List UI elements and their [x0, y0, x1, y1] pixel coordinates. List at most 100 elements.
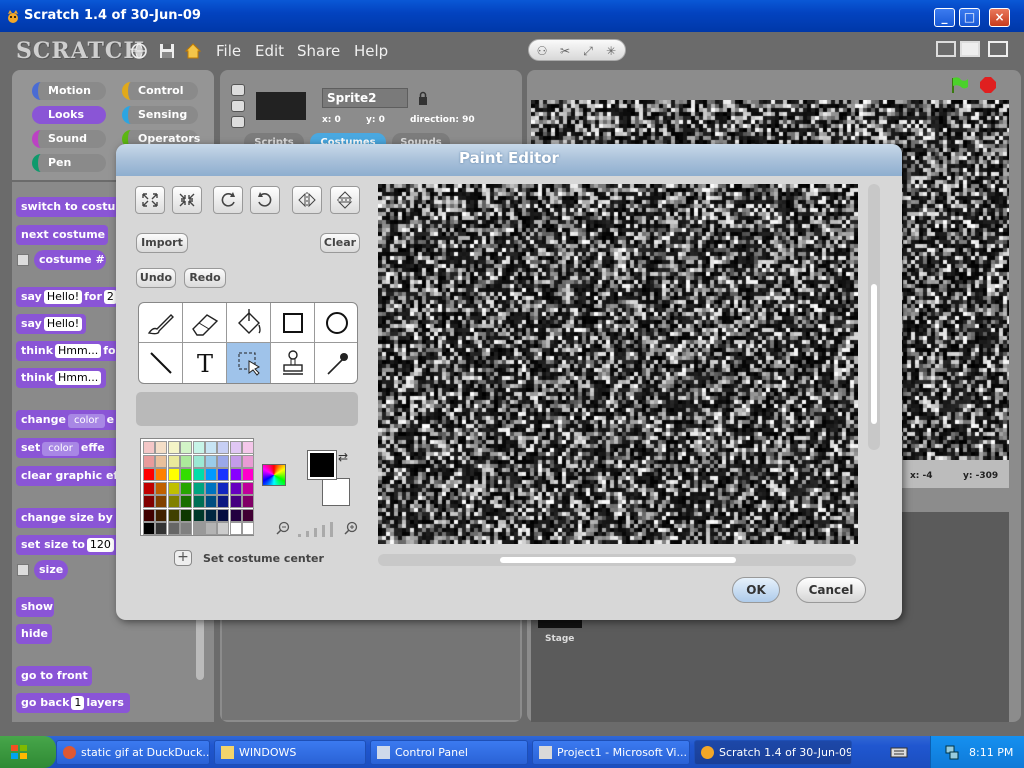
- palette-swatch[interactable]: [242, 441, 255, 454]
- palette-swatch[interactable]: [217, 468, 230, 481]
- palette-swatch[interactable]: [192, 468, 205, 481]
- palette-swatch[interactable]: [229, 508, 242, 522]
- palette-swatch[interactable]: [229, 481, 242, 495]
- canvas-vertical-thumb[interactable]: [871, 284, 877, 424]
- palette-swatch[interactable]: [192, 454, 205, 468]
- palette-swatch[interactable]: [143, 508, 155, 522]
- grow-icon[interactable]: ⤢: [579, 42, 597, 60]
- keyboard-icon[interactable]: [890, 744, 908, 760]
- palette-swatch[interactable]: [180, 454, 193, 468]
- palette-swatch[interactable]: [205, 508, 217, 522]
- block-say[interactable]: say Hello!: [16, 314, 86, 334]
- palette-swatch[interactable]: [155, 508, 168, 522]
- paint-canvas[interactable]: [378, 184, 858, 544]
- palette-swatch[interactable]: [167, 468, 180, 481]
- menu-edit[interactable]: Edit: [255, 42, 284, 60]
- palette-swatch[interactable]: [180, 522, 193, 535]
- palette-swatch[interactable]: [242, 454, 255, 468]
- block-size-reporter[interactable]: size: [34, 560, 68, 580]
- color-picker-icon[interactable]: [262, 464, 286, 486]
- task-scratch[interactable]: Scratch 1.4 of 30-Jun-09: [694, 740, 852, 765]
- maximize-button[interactable]: □: [959, 8, 980, 27]
- palette-swatch[interactable]: [205, 481, 217, 495]
- block-show[interactable]: show: [16, 597, 54, 617]
- category-looks[interactable]: Looks: [32, 106, 106, 124]
- palette-swatch[interactable]: [143, 454, 155, 468]
- category-sensing[interactable]: Sensing: [122, 106, 198, 124]
- palette-swatch[interactable]: [229, 454, 242, 468]
- network-icon[interactable]: [945, 744, 959, 760]
- stamp-icon[interactable]: [271, 343, 315, 383]
- zoom-out-icon[interactable]: [276, 520, 290, 535]
- ellipse-icon[interactable]: [315, 303, 357, 343]
- block-costume-number[interactable]: costume #: [34, 250, 106, 270]
- palette-swatch[interactable]: [155, 468, 168, 481]
- clock[interactable]: 8:11 PM: [969, 746, 1013, 759]
- set-center-icon[interactable]: +: [174, 550, 192, 566]
- set-effect-dropdown[interactable]: color: [42, 442, 79, 456]
- small-stage-icon[interactable]: [936, 41, 956, 57]
- foreground-color-swatch[interactable]: [307, 450, 337, 480]
- block-hide[interactable]: hide: [16, 624, 52, 644]
- set-costume-center-label[interactable]: Set costume center: [203, 552, 324, 565]
- palette-swatch[interactable]: [143, 481, 155, 495]
- start-button[interactable]: [0, 736, 56, 768]
- palette-swatch[interactable]: [167, 495, 180, 508]
- palette-swatch[interactable]: [217, 481, 230, 495]
- palette-swatch[interactable]: [180, 468, 193, 481]
- palette-swatch[interactable]: [192, 508, 205, 522]
- palette-swatch[interactable]: [205, 468, 217, 481]
- palette-swatch[interactable]: [167, 454, 180, 468]
- window-title-bar[interactable]: Scratch 1.4 of 30-Jun-09 _ □ ×: [0, 0, 1024, 32]
- rotate-left-icon[interactable]: [250, 186, 280, 214]
- category-motion[interactable]: Motion: [32, 82, 106, 100]
- presentation-mode-icon[interactable]: [988, 41, 1008, 57]
- palette-swatch[interactable]: [242, 508, 255, 522]
- think-for-message[interactable]: Hmm...: [55, 344, 102, 358]
- block-think-for[interactable]: think Hmm... fo: [16, 341, 120, 361]
- green-flag-icon[interactable]: [950, 76, 970, 94]
- lock-icon[interactable]: [418, 90, 428, 105]
- import-button[interactable]: Import: [136, 233, 188, 253]
- eyedropper-icon[interactable]: [315, 343, 357, 383]
- undo-button[interactable]: Undo: [136, 268, 176, 288]
- zoom-in-icon[interactable]: [344, 520, 358, 535]
- palette-swatch[interactable]: [217, 522, 230, 535]
- palette-swatch[interactable]: [205, 495, 217, 508]
- no-rotate-icon[interactable]: [231, 116, 245, 128]
- palette-swatch[interactable]: [229, 468, 242, 481]
- costume-num-checkbox[interactable]: [17, 254, 29, 266]
- stop-sign-icon[interactable]: [979, 76, 997, 94]
- canvas-horizontal-thumb[interactable]: [500, 557, 736, 563]
- menu-share[interactable]: Share: [297, 42, 340, 60]
- close-button[interactable]: ×: [989, 8, 1010, 27]
- eraser-icon[interactable]: [183, 303, 227, 343]
- category-control[interactable]: Control: [122, 82, 198, 100]
- canvas-horizontal-scrollbar[interactable]: [378, 554, 856, 566]
- menu-help[interactable]: Help: [354, 42, 388, 60]
- menu-file[interactable]: File: [216, 42, 241, 60]
- minimize-button[interactable]: _: [934, 8, 955, 27]
- block-think[interactable]: think Hmm...: [16, 368, 106, 388]
- shrink-canvas-icon[interactable]: [172, 186, 202, 214]
- palette-swatch[interactable]: [217, 454, 230, 468]
- palette-swatch[interactable]: [167, 441, 180, 454]
- shrink-icon[interactable]: ✳: [602, 42, 620, 60]
- say-for-message[interactable]: Hello!: [43, 290, 83, 304]
- palette-swatch[interactable]: [192, 481, 205, 495]
- palette-swatch[interactable]: [155, 495, 168, 508]
- ok-button[interactable]: OK: [732, 577, 780, 603]
- palette-swatch[interactable]: [180, 508, 193, 522]
- palette-swatch[interactable]: [143, 468, 155, 481]
- palette-swatch[interactable]: [242, 481, 255, 495]
- canvas-vertical-scrollbar[interactable]: [868, 184, 880, 450]
- normal-stage-icon[interactable]: [960, 41, 980, 57]
- palette-swatch[interactable]: [155, 441, 168, 454]
- cancel-button[interactable]: Cancel: [796, 577, 866, 603]
- palette-swatch[interactable]: [167, 481, 180, 495]
- palette-swatch[interactable]: [205, 522, 217, 535]
- palette-swatch[interactable]: [229, 441, 242, 454]
- palette-swatch[interactable]: [192, 495, 205, 508]
- set-size-value[interactable]: 120: [86, 538, 114, 552]
- palette-swatch[interactable]: [180, 441, 193, 454]
